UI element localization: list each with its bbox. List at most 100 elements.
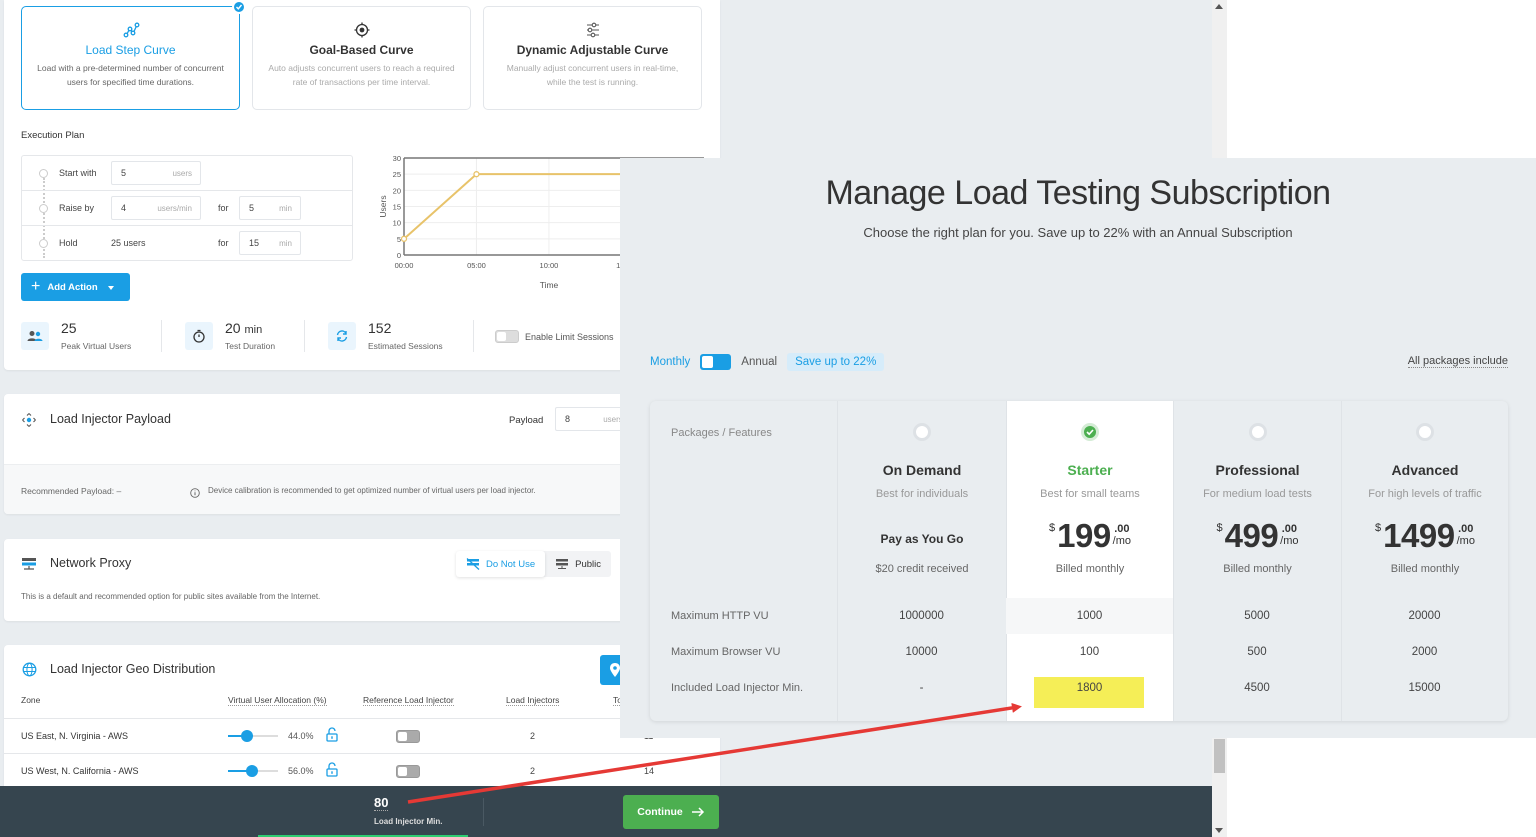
load-injector-min-caption: Load Injector Min.: [374, 817, 443, 826]
save-badge: Save up to 22%: [787, 353, 885, 371]
stat-caption: Estimated Sessions: [368, 341, 443, 351]
proxy-option-do-not-use[interactable]: Do Not Use: [456, 551, 546, 577]
plan-row-raise: Raise by 4 users/min for 5 min: [22, 191, 352, 226]
proxy-option-public[interactable]: Public: [545, 551, 611, 577]
curve-option-goal-based[interactable]: Goal-Based Curve Auto adjusts concurrent…: [252, 6, 471, 110]
load-injector-min-value[interactable]: 80: [374, 796, 389, 811]
execution-plan-table: Start with 5 users Raise by 4 users/min …: [21, 155, 353, 261]
plan-row-label: Hold: [59, 238, 78, 248]
divider: [473, 320, 474, 352]
execution-plan-title: Execution Plan: [21, 130, 85, 141]
scroll-down-icon[interactable]: [1215, 828, 1223, 833]
annual-label[interactable]: Annual: [741, 356, 777, 368]
plan-row-hold: Hold 25 users for 15 min: [22, 226, 352, 261]
input-value: 8: [565, 414, 571, 424]
feature-value: 20000: [1408, 610, 1441, 622]
curve-option-desc: Auto adjusts concurrent users to reach a…: [268, 63, 455, 87]
limit-sessions-toggle[interactable]: [495, 330, 519, 343]
plan-radio[interactable]: [1416, 423, 1434, 441]
feature-row: Maximum HTTP VU 1000000 1000 5000 20000: [650, 598, 1508, 634]
zone-name: US West, N. California - AWS: [21, 766, 139, 776]
start-users-input[interactable]: 5 users: [111, 161, 201, 185]
stat-caption: Peak Virtual Users: [61, 341, 132, 351]
data-point: [400, 235, 408, 242]
feature-row: Included Load Injector Min. - 1800 4500 …: [650, 670, 1508, 706]
divider: [483, 798, 484, 826]
calibration-info: Device calibration is recommended to get…: [208, 486, 536, 495]
billing-toggle[interactable]: [700, 354, 732, 370]
slider-handle[interactable]: [240, 730, 253, 742]
price-currency: $: [1216, 522, 1223, 534]
column-header-allocation[interactable]: Virtual User Allocation (%): [228, 695, 327, 706]
x-axis-label: Time: [540, 280, 559, 290]
slider-handle[interactable]: [246, 765, 259, 777]
stopwatch-icon: [185, 322, 213, 350]
plan-price-text: Pay as You Go: [880, 532, 964, 546]
total-value: 14: [644, 766, 655, 776]
data-point: [473, 171, 480, 178]
plan-note: Billed monthly: [1055, 563, 1125, 575]
feature-value: 500: [1247, 646, 1267, 658]
feature-label: Maximum HTTP VU: [671, 610, 769, 622]
curve-option-title: Dynamic Adjustable Curve: [516, 43, 669, 57]
raise-duration-input[interactable]: 5 min: [239, 196, 301, 220]
scroll-thumb[interactable]: [1214, 739, 1225, 773]
plan-row-start: Start with 5 users: [22, 156, 352, 191]
input-value: 4: [121, 203, 127, 213]
curve-option-load-step[interactable]: Load Step Curve Load with a pre-determin…: [21, 0, 246, 110]
subscription-title: Manage Load Testing Subscription: [825, 174, 1331, 212]
server-icon: [556, 559, 569, 569]
recommended-label: Recommended Payload:: [21, 486, 115, 496]
plan-name: Advanced: [1391, 462, 1459, 478]
plan-desc: For medium load tests: [1203, 488, 1312, 500]
curve-option-dynamic[interactable]: Dynamic Adjustable Curve Manually adjust…: [483, 6, 702, 110]
users-icon: [21, 322, 49, 350]
scroll-up-icon[interactable]: [1215, 4, 1223, 9]
plan-name: On Demand: [882, 462, 962, 478]
payload-input[interactable]: 8 users/: [555, 407, 625, 431]
monthly-label[interactable]: Monthly: [650, 356, 690, 368]
input-value: 5: [249, 203, 255, 213]
allocation-value: 56.0%: [288, 766, 314, 776]
plan-price: $ 1499 .00/mo: [1342, 519, 1508, 553]
server-icon: [21, 557, 37, 576]
stat-caption: Test Duration: [225, 341, 276, 351]
hold-duration-input[interactable]: 15 min: [239, 231, 301, 255]
stat-value: 152: [368, 320, 392, 336]
input-unit: users: [172, 169, 192, 178]
globe-icon: [22, 662, 37, 682]
feature-value: 100: [1079, 646, 1100, 658]
payload-label: Payload: [509, 415, 544, 426]
table-row: US East, N. Virginia - AWS 44.0% 2 11: [4, 718, 720, 753]
plan-radio-selected[interactable]: [1081, 423, 1099, 441]
selected-check-icon: [232, 0, 246, 14]
unlock-icon[interactable]: [326, 727, 338, 747]
plan-radio[interactable]: [1248, 423, 1267, 441]
allocation-slider[interactable]: [228, 765, 278, 777]
column-header-load-injectors[interactable]: Load Injectors: [506, 695, 560, 706]
curve-option-title: Load Step Curve: [85, 43, 176, 57]
reference-injector-toggle[interactable]: [396, 730, 420, 743]
y-tick-label: 15: [393, 203, 401, 212]
caret-down-icon: [107, 286, 114, 290]
recommended-value: –: [116, 486, 122, 496]
column-header-reference[interactable]: Reference Load Injector: [363, 695, 454, 706]
plus-icon: +: [31, 278, 41, 295]
step-dot-icon: [39, 239, 48, 248]
stat-value: 20 min: [225, 320, 262, 336]
allocation-slider[interactable]: [228, 730, 278, 742]
feature-label: Included Load Injector Min.: [671, 682, 804, 694]
plan-radio[interactable]: [913, 423, 931, 441]
unlock-icon[interactable]: [326, 762, 338, 782]
raise-users-input[interactable]: 4 users/min: [111, 196, 201, 220]
add-action-button[interactable]: + Add Action: [21, 273, 130, 301]
plan-note: Billed monthly: [1223, 563, 1292, 575]
all-packages-include-link[interactable]: All packages include: [1407, 355, 1508, 368]
continue-button[interactable]: Continue: [623, 795, 719, 829]
plan-row-label: Start with: [59, 168, 97, 178]
step-dot-icon: [39, 169, 48, 178]
input-unit: min: [279, 204, 292, 213]
plan-desc: Best for individuals: [875, 488, 969, 500]
reference-injector-toggle[interactable]: [396, 765, 420, 778]
feature-value: 15000: [1408, 682, 1441, 694]
